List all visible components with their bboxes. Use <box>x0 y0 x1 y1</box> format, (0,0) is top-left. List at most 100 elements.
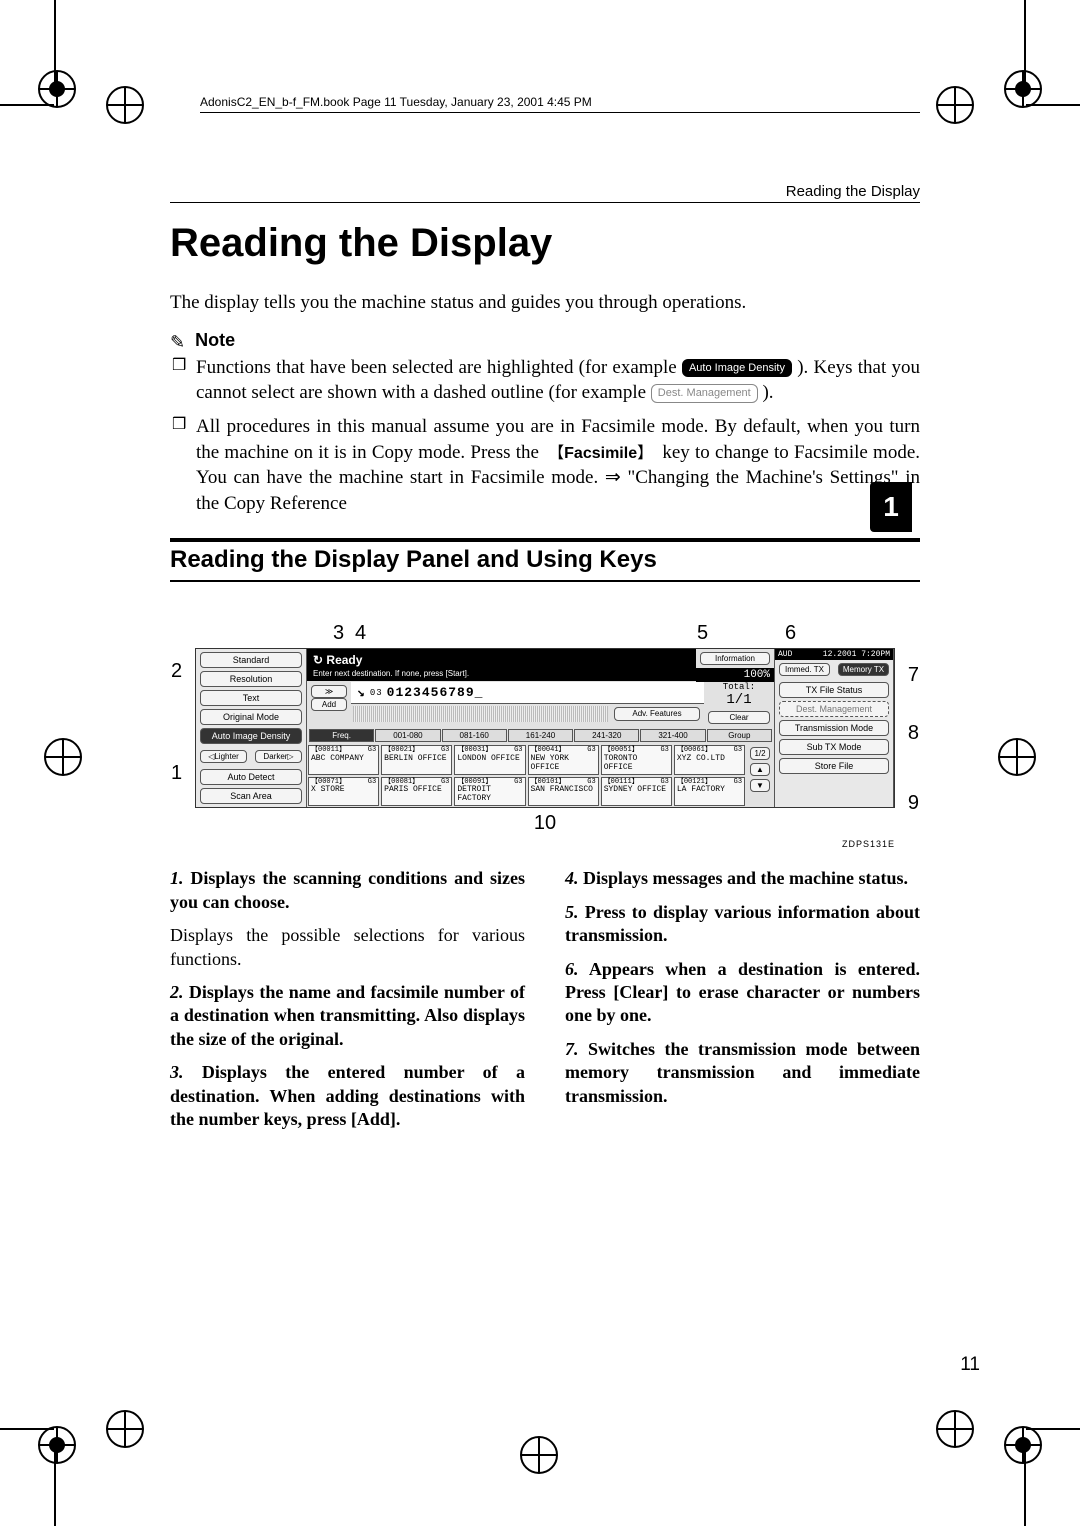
destination-cell[interactable]: 【00031】G3LONDON OFFICE <box>454 745 525 774</box>
lighter-button[interactable]: ◁Lighter <box>200 750 247 763</box>
reg-mark <box>998 738 1036 776</box>
destination-cell[interactable]: 【00121】G3LA FACTORY <box>674 777 745 806</box>
running-head: AdonisC2_EN_b-f_FM.book Page 11 Tuesday,… <box>200 95 920 113</box>
reg-mark <box>38 70 76 108</box>
standard-button[interactable]: Standard <box>200 652 302 668</box>
example-chip-disabled: Dest. Management <box>651 384 758 403</box>
original-mode-button[interactable]: Original Mode <box>200 709 302 725</box>
page-title: Reading the Display <box>170 221 920 266</box>
reg-mark <box>1004 70 1042 108</box>
reg-mark <box>1004 1426 1042 1464</box>
note-heading: ✎ Note <box>170 330 920 351</box>
ready-subtext: Enter next destination. If none, press [… <box>307 669 696 681</box>
display-panel-figure: 3 4 5 6 1 2 7 8 9 Standard Resolution Te… <box>195 622 895 849</box>
panel-left-column: Standard Resolution Text Original Mode A… <box>196 649 307 807</box>
crop-mark <box>1024 1448 1026 1526</box>
section-running-title: Reading the Display <box>170 183 920 203</box>
panel-right-column: AUD 12.2001 7:20PM Immed. TX Memory TX T… <box>775 649 894 807</box>
clear-button[interactable]: Clear <box>708 711 770 724</box>
figure-id: ZDPS131E <box>195 839 895 849</box>
sub-tx-mode-button[interactable]: Sub TX Mode <box>779 739 889 755</box>
store-file-button[interactable]: Store File <box>779 758 889 774</box>
crop-mark <box>1026 104 1080 106</box>
immed-tx-button[interactable]: Immed. TX <box>779 663 830 676</box>
tab-241-320[interactable]: 241-320 <box>574 729 639 742</box>
reg-mark <box>38 1426 76 1464</box>
add-arrows-icon: ≫ <box>311 685 347 698</box>
destination-cell[interactable]: 【00041】G3NEW YORK OFFICE <box>528 745 599 774</box>
destination-cell[interactable]: 【00111】G3SYDNEY OFFICE <box>601 777 672 806</box>
page-indicator: 1/2 <box>750 747 770 760</box>
callout-6: 6 <box>785 622 796 645</box>
tab-081-160[interactable]: 081-160 <box>442 729 507 742</box>
destination-number-field[interactable]: ↘ 03 0123456789_ <box>351 682 704 704</box>
page-number: 11 <box>960 1354 980 1376</box>
callout-10: 10 <box>195 812 895 835</box>
page-up-button[interactable]: ▲ <box>750 763 770 776</box>
destination-cell[interactable]: 【00101】G3SAN FRANCISCO <box>528 777 599 806</box>
reg-mark <box>106 1410 144 1448</box>
tab-001-080[interactable]: 001-080 <box>375 729 440 742</box>
page-down-button[interactable]: ▼ <box>750 779 770 792</box>
destination-cell[interactable]: 【00051】G3TORONTO OFFICE <box>601 745 672 774</box>
adv-features-button[interactable]: Adv. Features <box>614 707 700 721</box>
tab-161-240[interactable]: 161-240 <box>508 729 573 742</box>
scan-area-button[interactable]: Scan Area <box>200 788 302 804</box>
tab-group[interactable]: Group <box>707 729 772 742</box>
auto-detect-button[interactable]: Auto Detect <box>200 769 302 785</box>
add-button[interactable]: Add <box>311 698 347 711</box>
tx-file-status-button[interactable]: TX File Status <box>779 682 889 698</box>
ready-icon: ↻ <box>313 653 323 667</box>
tab-321-400[interactable]: 321-400 <box>640 729 705 742</box>
callout-5: 5 <box>697 622 708 645</box>
crop-mark <box>0 104 54 106</box>
pencil-icon: ✎ <box>170 332 185 353</box>
callout-7: 7 <box>908 664 919 687</box>
callout-explanations: 1. Displays the scanning conditions and … <box>170 867 920 1141</box>
aud-indicator: AUD <box>778 650 792 659</box>
panel-middle-column: ↻ Ready Enter next destination. If none,… <box>307 649 775 807</box>
memory-tx-button[interactable]: Memory TX <box>838 663 889 676</box>
facsimile-key: Facsimile <box>544 443 657 465</box>
tab-freq[interactable]: Freq. <box>309 729 374 742</box>
reg-mark <box>106 86 144 124</box>
explain-1-body: Displays the possible selections for var… <box>170 924 525 971</box>
crop-mark <box>54 0 56 86</box>
text-button[interactable]: Text <box>200 690 302 706</box>
callout-3: 3 <box>333 622 344 645</box>
destination-cell[interactable]: 【00081】G3PARIS OFFICE <box>381 777 452 806</box>
reg-mark <box>520 1436 558 1474</box>
dest-management-button: Dest. Management <box>779 701 889 717</box>
destination-cell[interactable]: 【00061】G3XYZ CO.LTD <box>674 745 745 774</box>
reg-mark <box>44 738 82 776</box>
total-value: 1/1 <box>704 692 774 708</box>
destination-cell[interactable]: 【00071】G3X STORE <box>308 777 379 806</box>
dest-tab-bar: Freq. 001-080 081-160 161-240 241-320 32… <box>309 729 772 742</box>
reg-mark <box>936 1410 974 1448</box>
reg-mark <box>936 86 974 124</box>
subsection-title: Reading the Display Panel and Using Keys <box>170 538 920 582</box>
crop-mark <box>54 1448 56 1526</box>
ready-status: ↻ Ready <box>307 649 696 669</box>
crop-mark <box>0 1428 54 1430</box>
callout-2: 2 <box>171 660 182 683</box>
information-button[interactable]: Information <box>700 652 770 665</box>
callout-1: 1 <box>171 762 182 785</box>
note-item: All procedures in this manual assume you… <box>170 414 920 517</box>
resolution-button[interactable]: Resolution <box>200 671 302 687</box>
callout-8: 8 <box>908 722 919 745</box>
destination-cell[interactable]: 【00011】G3ABC COMPANY <box>308 745 379 774</box>
note-item: Functions that have been selected are hi… <box>170 355 920 406</box>
crop-mark <box>1024 0 1026 86</box>
chapter-thumb-tab: 1 <box>870 482 912 532</box>
callout-9: 9 <box>908 792 919 815</box>
datetime-indicator: 12.2001 7:20PM <box>823 650 890 659</box>
memory-percent: 100% <box>696 668 774 682</box>
transmission-mode-button[interactable]: Transmission Mode <box>779 720 889 736</box>
auto-image-density-button[interactable]: Auto Image Density <box>200 728 302 744</box>
phone-icon: ↘ <box>357 685 366 700</box>
darker-button[interactable]: Darker▷ <box>255 750 302 763</box>
total-label: Total: <box>704 682 774 692</box>
destination-cell[interactable]: 【00021】G3BERLIN OFFICE <box>381 745 452 774</box>
destination-cell[interactable]: 【00091】G3DETROIT FACTORY <box>454 777 525 806</box>
